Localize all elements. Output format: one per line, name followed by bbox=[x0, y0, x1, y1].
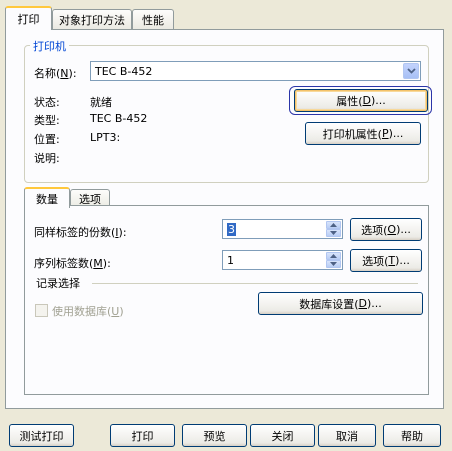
use-database-checkbox[interactable] bbox=[35, 304, 48, 317]
spin-up-icon[interactable] bbox=[326, 221, 341, 229]
printer-name-combobox[interactable]: TEC B-452 bbox=[90, 61, 421, 81]
preview-button[interactable]: 预览 bbox=[182, 424, 247, 447]
copies-label: 同样标签的份数(I): bbox=[34, 226, 127, 239]
comment-label: 说明: bbox=[34, 152, 60, 165]
tab-print-label: 打印 bbox=[17, 13, 40, 26]
record-selection-label: 记录选择 bbox=[36, 277, 80, 290]
location-label: 位置: bbox=[34, 133, 60, 146]
tab-object-print-method[interactable]: 对象打印方法 bbox=[52, 9, 132, 29]
location-value: LPT3: bbox=[90, 131, 121, 144]
tab-quantity[interactable]: 数量 bbox=[24, 187, 70, 208]
copies-options-button[interactable]: 选项(O)... bbox=[350, 218, 422, 241]
serial-value: 1 bbox=[227, 253, 234, 267]
printer-properties-button[interactable]: 打印机属性(P)... bbox=[305, 122, 421, 145]
status-label: 状态: bbox=[34, 96, 60, 109]
chevron-down-icon[interactable] bbox=[403, 63, 419, 79]
serial-label: 序列标签数(M): bbox=[34, 257, 111, 270]
status-value: 就绪 bbox=[90, 96, 112, 109]
type-value: TEC B-452 bbox=[90, 112, 148, 125]
spin-down-icon[interactable] bbox=[326, 229, 341, 237]
spin-up-icon[interactable] bbox=[326, 252, 341, 260]
serial-options-button[interactable]: 选项(T)... bbox=[350, 249, 422, 272]
record-selection-divider bbox=[92, 283, 418, 284]
cancel-button[interactable]: 取消 bbox=[318, 424, 376, 447]
spin-down-icon[interactable] bbox=[326, 260, 341, 268]
tab-quantity-label: 数量 bbox=[36, 192, 58, 206]
use-database-label: 使用数据库(U) bbox=[52, 305, 124, 318]
tab-performance[interactable]: 性能 bbox=[132, 9, 174, 29]
properties-button[interactable]: 属性(D)... bbox=[294, 89, 428, 112]
help-button[interactable]: 帮助 bbox=[383, 424, 441, 447]
close-button[interactable]: 关闭 bbox=[250, 424, 315, 447]
tab-object-print-method-label: 对象打印方法 bbox=[59, 13, 125, 27]
database-settings-button[interactable]: 数据库设置(D)... bbox=[258, 292, 423, 315]
printer-group-title: 打印机 bbox=[30, 38, 69, 54]
test-print-button[interactable]: 测试打印 bbox=[9, 424, 74, 447]
print-button[interactable]: 打印 bbox=[110, 424, 175, 447]
printer-name-label: 名称(N): bbox=[34, 67, 77, 80]
serial-spinner[interactable]: 1 bbox=[222, 250, 343, 270]
tab-performance-label: 性能 bbox=[142, 13, 164, 27]
printer-name-value: TEC B-452 bbox=[95, 64, 153, 78]
tab-print[interactable]: 打印 bbox=[5, 6, 52, 30]
copies-spinner[interactable]: 3 bbox=[222, 219, 343, 239]
type-label: 类型: bbox=[34, 114, 60, 127]
copies-value: 3 bbox=[227, 222, 236, 236]
